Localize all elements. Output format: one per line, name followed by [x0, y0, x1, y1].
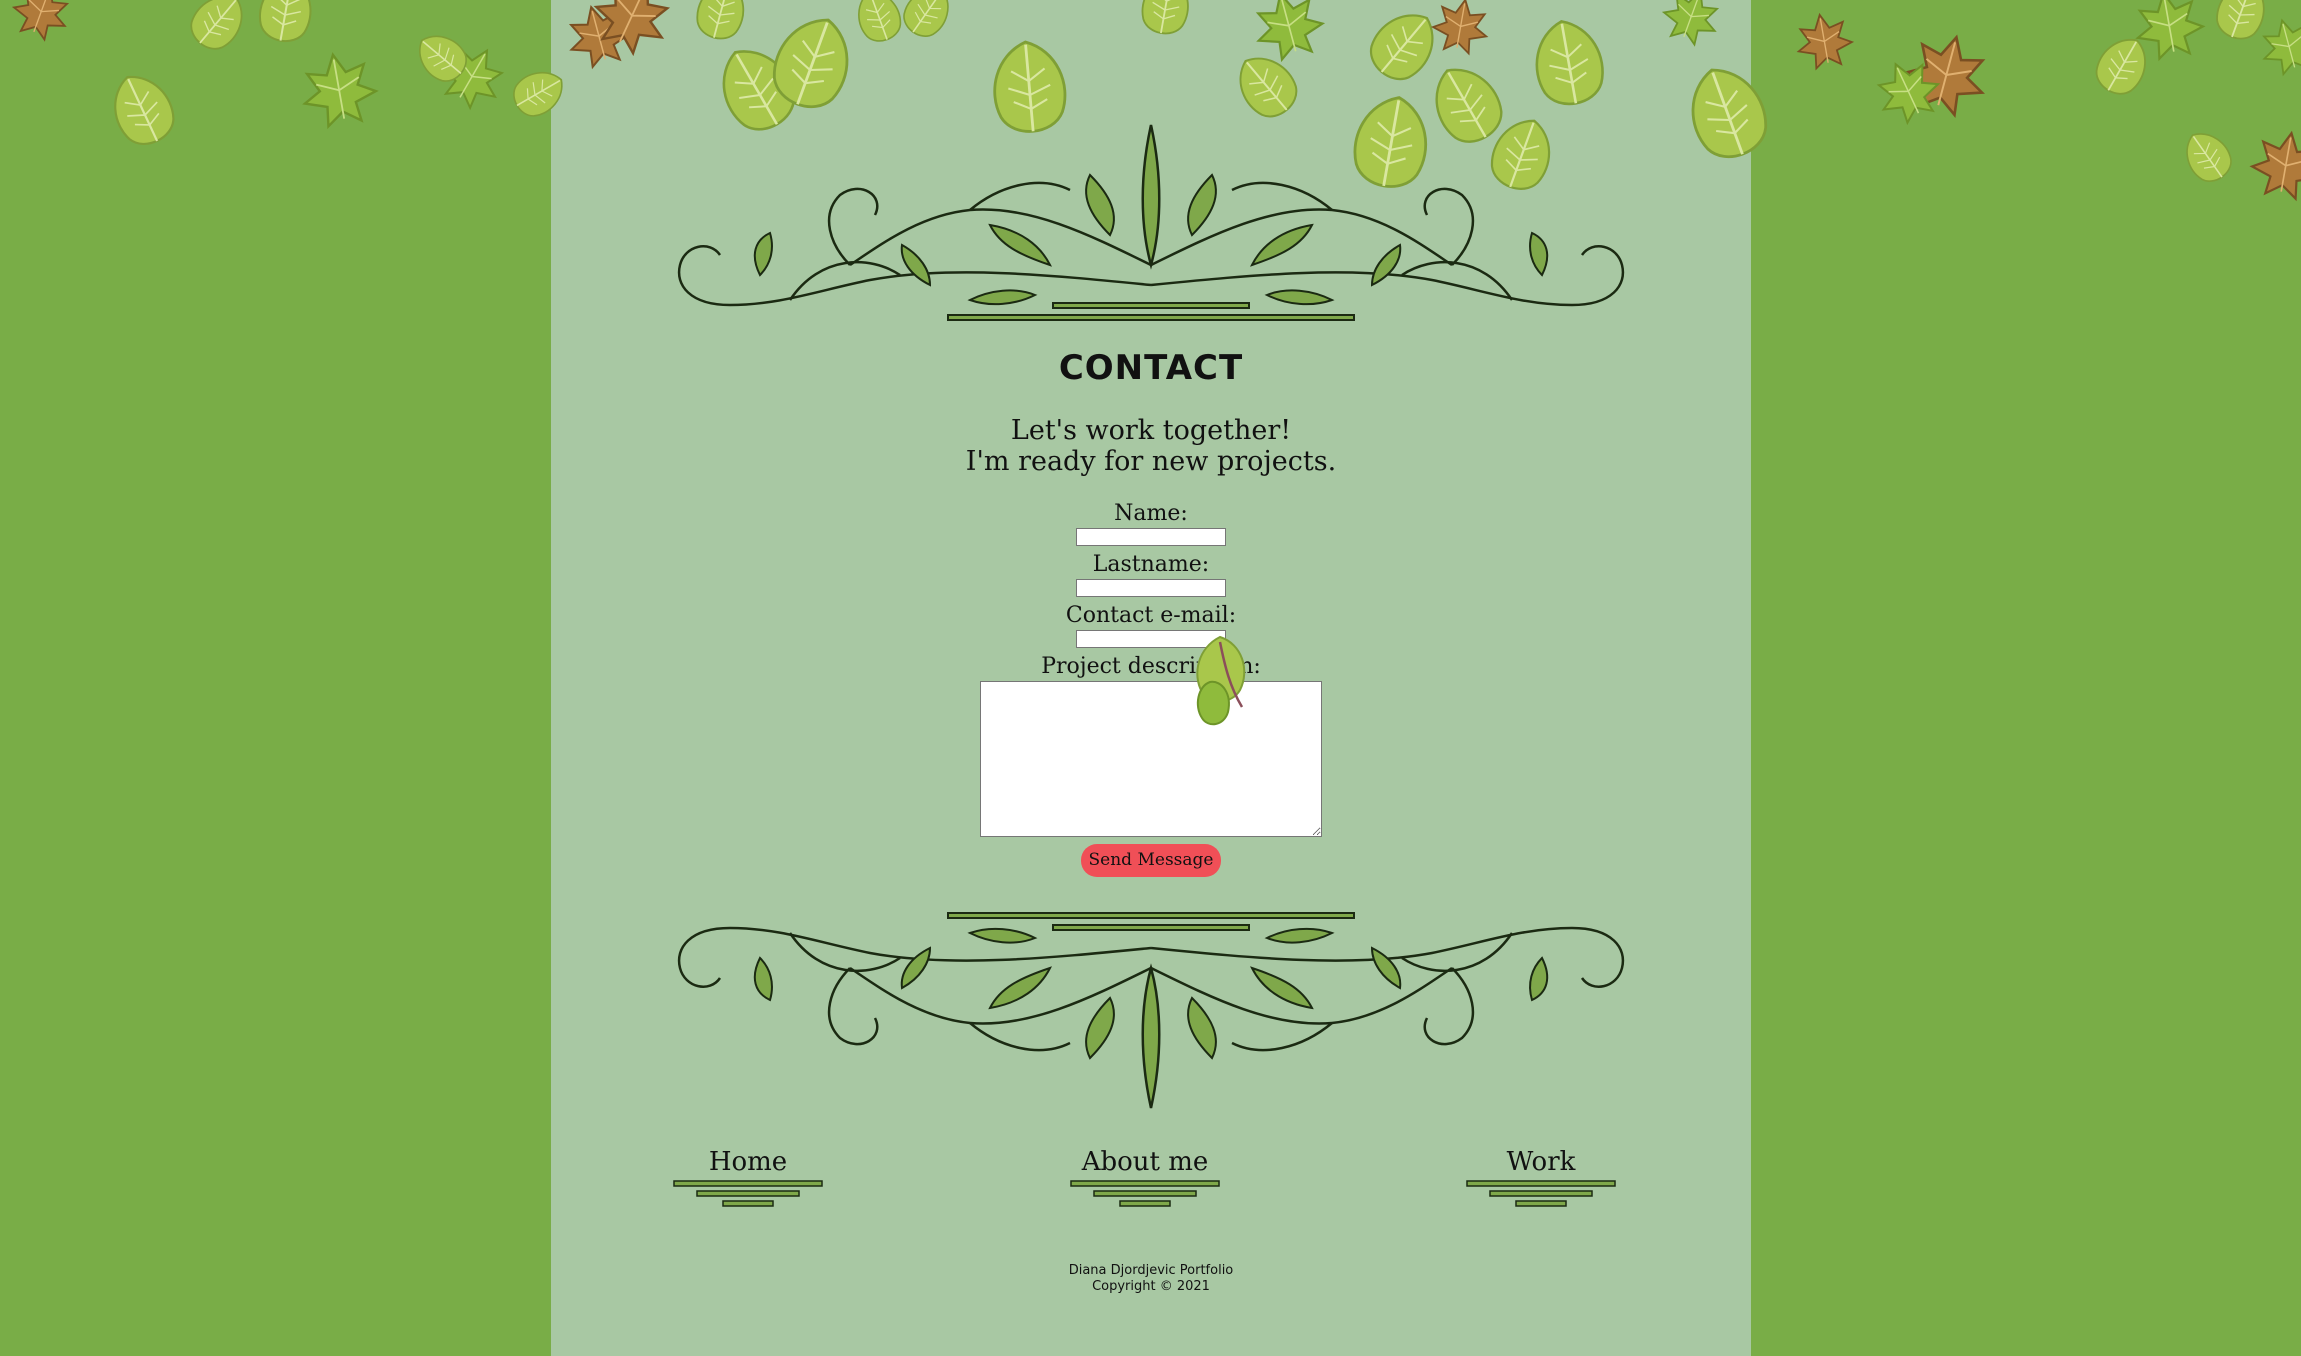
intro-line-1: Let's work together!: [1010, 415, 1292, 446]
page-title: CONTACT: [1058, 348, 1244, 388]
vine-ornament-icon: [677, 124, 1625, 321]
send-message-button[interactable]: Send Message: [1080, 844, 1222, 877]
name-label: Name:: [1114, 501, 1188, 526]
underline-ornament: [1466, 1180, 1616, 1207]
nav-home-label: Home: [708, 1147, 788, 1177]
leaf-icon: [1196, 635, 1246, 726]
description-field[interactable]: [980, 681, 1322, 837]
footer-copyright-text: Copyright © 2021: [1092, 1279, 1210, 1294]
footer: Diana Djordjevic Portfolio Copyright © 2…: [551, 1263, 1751, 1295]
nav-work-label: Work: [1506, 1147, 1576, 1177]
underline-ornament: [1070, 1180, 1220, 1207]
lastname-label: Lastname:: [1092, 552, 1210, 577]
contact-page: CONTACT Let's work together! I'm ready f…: [0, 0, 2301, 1356]
intro-text: Let's work together! I'm ready for new p…: [551, 415, 1751, 477]
description-label: Project description:: [1041, 654, 1261, 679]
name-field[interactable]: [1076, 528, 1226, 546]
underline-ornament: [673, 1180, 823, 1207]
nav-home-link[interactable]: Home: [673, 1145, 823, 1207]
footer-portfolio-text: Diana Djordjevic Portfolio: [1068, 1263, 1234, 1278]
nav-work-link[interactable]: Work: [1466, 1145, 1616, 1207]
lastname-field[interactable]: [1076, 579, 1226, 597]
email-label: Contact e-mail:: [1065, 603, 1237, 628]
intro-line-2: I'm ready for new projects.: [965, 446, 1337, 477]
nav-about-link[interactable]: About me: [1070, 1145, 1220, 1207]
contact-form: Name: Lastname: Contact e-mail: Project …: [551, 500, 1751, 877]
vine-ornament-icon: [677, 912, 1625, 1109]
nav-about-label: About me: [1081, 1147, 1209, 1177]
